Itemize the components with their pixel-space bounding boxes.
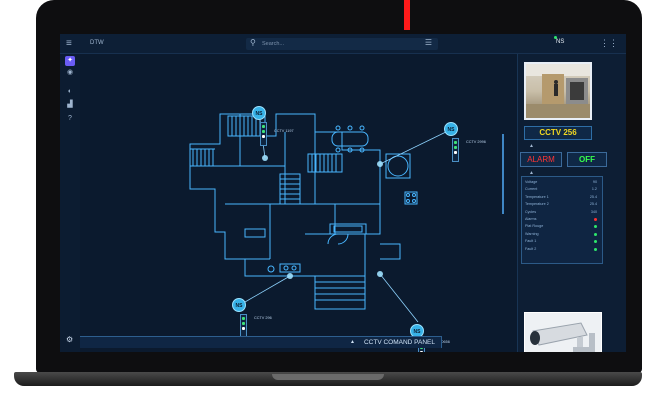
status-name: Warning (525, 231, 539, 236)
alarm-button[interactable]: ALARM (520, 152, 562, 167)
status-indicator-dot (594, 225, 597, 229)
cctv-camera-icon (525, 313, 601, 352)
status-name: Current (525, 187, 538, 192)
floor-plan-map: NS CCTV 1197 NS CCTV 2996 NS CCTV 296 NS… (80, 54, 506, 352)
status-row: Temperature 2 25.4 (525, 202, 599, 209)
camera-badge-1[interactable]: NS (252, 106, 266, 120)
camera-scene-image (526, 64, 590, 118)
camera-live-thumbnail[interactable] (524, 62, 592, 120)
hamburger-menu-icon[interactable]: ≡ (66, 38, 72, 49)
status-name: Temperature 1 (525, 194, 549, 199)
status-indicator-dot (594, 232, 597, 236)
laptop-base (0, 372, 656, 397)
status-row: Warning (525, 232, 599, 239)
camera-label-1: CCTV 1197 (274, 129, 294, 133)
status-table: Voltage 90 Current 1.2 Temperature 1 25.4 Temp… (521, 176, 603, 264)
app-title: DTW (90, 40, 104, 46)
search-placeholder: Search... (262, 41, 285, 47)
status-row: Alarms (525, 217, 599, 224)
status-row: Voltage 90 (525, 180, 599, 187)
status-name: Fault 1 (525, 239, 537, 244)
status-name: Voltage (525, 180, 538, 184)
status-indicator-dot (594, 247, 597, 251)
sidebar-map-icon[interactable]: ✦ (65, 56, 75, 66)
status-row: Plat Rouge (525, 224, 599, 231)
red-pointer-line (404, 0, 410, 30)
sidebar-help-icon[interactable]: ? (65, 114, 75, 124)
status-value: 1.2 (591, 187, 597, 192)
right-panel: CCTV 256 ▲ ALARM OFF ▲ Voltage 90 Current 1… (517, 54, 626, 352)
apps-grid-icon[interactable]: ⋮⋮ (600, 38, 618, 49)
status-value: 340 (590, 209, 597, 214)
camera-title: CCTV 256 (524, 126, 592, 140)
search-icon: ⚲ (250, 38, 256, 47)
camera-status-stack-1[interactable] (260, 122, 267, 146)
filter-icon[interactable]: ☰ (425, 38, 432, 47)
floor-plan-drawing (189, 113, 451, 323)
camera-status-stack-2[interactable] (452, 138, 459, 162)
map-scrollbar[interactable] (502, 134, 504, 214)
status-name: Temperature 2 (525, 202, 549, 207)
command-panel-label: CCTV COMAND PANEL (363, 339, 435, 346)
status-name: Plat Rouge (525, 224, 544, 229)
camera-device-image (524, 312, 602, 352)
status-value: 25.4 (589, 202, 597, 207)
settings-cluster-icon[interactable]: ⚙ (66, 335, 73, 344)
camera-label-2: CCTV 2996 (466, 140, 486, 144)
online-status-dot (554, 36, 557, 39)
command-panel-toggle[interactable]: ▲ CCTV COMAND PANEL (80, 336, 442, 348)
status-indicator-dot (594, 217, 597, 221)
left-sidebar: ✦ ◉ ◐ ▟ ? (60, 54, 80, 352)
chevron-up-icon: ▲ (350, 339, 355, 345)
status-value: 90 (592, 180, 597, 184)
status-row: Current 1.2 (525, 187, 599, 194)
collapse-caret-icon[interactable]: ▲ (529, 143, 534, 149)
status-row: Cycles 340 (525, 210, 599, 217)
app-screen: ≡ DTW ⚲ Search... ☰ NS ⋮⋮ ✦ ◉ ◐ ▟ ? NS C… (60, 34, 626, 352)
status-name: Cycles (525, 209, 537, 214)
camera-badge-2[interactable]: NS (444, 122, 458, 136)
status-row: Fault 1 (525, 239, 599, 246)
status-value: 25.4 (589, 194, 597, 199)
sidebar-chart-icon[interactable]: ▟ (65, 100, 75, 110)
status-row: Temperature 1 25.4 (525, 195, 599, 202)
sidebar-toggle-icon[interactable]: ◐ (65, 87, 75, 97)
off-button[interactable]: OFF (567, 152, 607, 167)
status-indicator-dot (594, 240, 597, 244)
top-bar: ≡ DTW ⚲ Search... ☰ NS ⋮⋮ (60, 34, 626, 54)
user-initials: NS (556, 39, 565, 45)
status-row: Fault 2 (525, 247, 599, 254)
camera-label-3: CCTV 296 (254, 316, 272, 320)
camera-badge-3[interactable]: NS (232, 298, 246, 312)
sidebar-camera-icon[interactable]: ◉ (65, 68, 75, 78)
laptop-notch (272, 374, 384, 380)
status-name: Fault 2 (525, 246, 537, 251)
search-input[interactable]: ⚲ Search... ☰ (246, 38, 438, 50)
status-name: Alarms (525, 216, 537, 221)
user-avatar[interactable]: NS (554, 36, 565, 45)
camera-status-stack-3[interactable] (240, 314, 247, 338)
